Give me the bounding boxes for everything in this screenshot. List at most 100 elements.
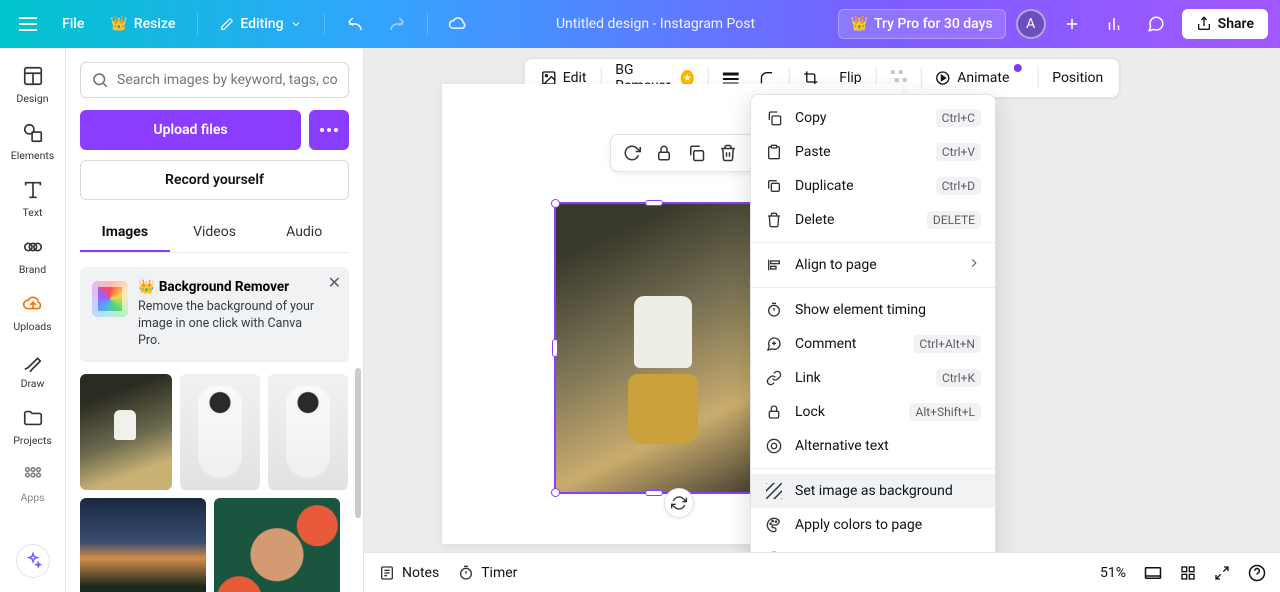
quick-lock-button[interactable] [649, 138, 679, 168]
cloud-sync-icon[interactable] [442, 8, 474, 40]
selected-image[interactable] [556, 204, 752, 492]
align-icon [765, 256, 783, 274]
upload-thumb[interactable] [214, 498, 340, 592]
try-pro-button[interactable]: 👑 Try Pro for 30 days [838, 9, 1006, 39]
promo-title: 👑Background Remover [138, 279, 321, 295]
zoom-level[interactable]: 51% [1100, 565, 1126, 581]
rail-design[interactable]: Design [0, 56, 66, 111]
menu-item-alt[interactable]: Alternative text [751, 429, 995, 463]
upload-thumb[interactable] [80, 498, 206, 592]
timer-button[interactable]: Timer [457, 564, 517, 582]
menu-shortcut: Alt+Shift+L [909, 403, 981, 421]
menu-item-link[interactable]: LinkCtrl+K [751, 361, 995, 395]
rail-label: Design [16, 92, 48, 105]
resize-handle[interactable] [645, 490, 663, 496]
share-button[interactable]: Share [1182, 9, 1268, 39]
rail-elements[interactable]: Elements [0, 113, 66, 168]
page-view-button[interactable] [1144, 566, 1162, 580]
avatar[interactable]: A [1016, 9, 1046, 39]
menu-label: Show element timing [795, 302, 981, 318]
folder-icon [21, 406, 45, 430]
document-title[interactable]: Untitled design - Instagram Post [474, 16, 838, 32]
apps-icon [21, 463, 45, 487]
panel-scrollbar[interactable] [355, 368, 361, 518]
search-field[interactable] [80, 62, 349, 98]
draw-icon [21, 349, 45, 373]
menu-shortcut: Ctrl+K [936, 369, 981, 387]
menu-item-lock[interactable]: Lock Alt+Shift+L [751, 395, 995, 429]
upload-thumb[interactable] [268, 374, 348, 490]
resize-handle[interactable] [551, 488, 560, 497]
menu-label: Duplicate [795, 178, 924, 194]
promo-close-button[interactable]: ✕ [328, 273, 341, 292]
lock-icon [765, 403, 783, 421]
editing-dropdown[interactable]: Editing [212, 10, 309, 38]
tab-videos[interactable]: Videos [170, 214, 260, 252]
menu-shortcut: Ctrl+D [936, 177, 981, 195]
search-input[interactable] [117, 72, 338, 88]
alt-icon [765, 437, 783, 455]
analytics-button[interactable] [1098, 8, 1130, 40]
undo-button[interactable] [339, 8, 371, 40]
menu-button[interactable] [12, 8, 44, 40]
menu-item-duplicate[interactable]: Duplicate Ctrl+D [751, 169, 995, 203]
resize-handle[interactable] [552, 339, 558, 357]
rail-apps[interactable]: Apps [0, 455, 66, 510]
menu-item-copy[interactable]: CopyCtrl+C [751, 101, 995, 135]
add-member-button[interactable] [1056, 8, 1088, 40]
menu-label: Copy [795, 110, 924, 126]
menu-item-timing[interactable]: Show element timing [751, 293, 995, 327]
chevron-down-icon [290, 18, 302, 30]
comment-icon [765, 335, 783, 353]
resize-handle[interactable] [645, 200, 663, 206]
upload-thumb[interactable] [180, 374, 260, 490]
menu-item-paste[interactable]: PasteCtrl+V [751, 135, 995, 169]
menu-label: Set image as background [795, 483, 981, 499]
quick-replace-button[interactable] [617, 138, 647, 168]
notes-button[interactable]: Notes [378, 564, 439, 582]
quick-delete-button[interactable] [713, 138, 743, 168]
record-yourself-button[interactable]: Record yourself [80, 160, 349, 200]
bg-remover-promo[interactable]: 👑Background Remover Remove the backgroun… [80, 267, 349, 362]
position-button[interactable]: Position [1046, 66, 1109, 90]
magic-button[interactable] [16, 544, 50, 578]
grid-view-button[interactable] [1180, 565, 1196, 581]
upload-more-button[interactable] [309, 110, 349, 150]
comment-button[interactable] [1140, 8, 1172, 40]
template-icon [21, 64, 45, 88]
file-menu[interactable]: File [54, 10, 92, 38]
uploads-icon [21, 292, 45, 316]
tab-images[interactable]: Images [80, 214, 170, 252]
menu-label: Lock [795, 404, 897, 420]
rail-projects[interactable]: Projects [0, 398, 66, 453]
upload-thumb[interactable] [80, 374, 172, 490]
redo-button[interactable] [381, 8, 413, 40]
menu-item-delete[interactable]: DeleteDELETE [751, 203, 995, 237]
brand-icon [21, 235, 45, 259]
rail-uploads[interactable]: Uploads [0, 284, 66, 339]
rail-draw[interactable]: Draw [0, 341, 66, 396]
menu-item-bg[interactable]: Set image as background [751, 474, 995, 508]
rail-text[interactable]: Text [0, 170, 66, 225]
paste-icon [765, 143, 783, 161]
quick-duplicate-button[interactable] [681, 138, 711, 168]
timer-label: Timer [481, 565, 517, 581]
menu-item-comment[interactable]: CommentCtrl+Alt+N [751, 327, 995, 361]
menu-item-palette[interactable]: Apply colors to page [751, 508, 995, 542]
menu-item-align[interactable]: Align to page [751, 248, 995, 282]
text-icon [21, 178, 45, 202]
tab-audio[interactable]: Audio [259, 214, 349, 252]
resize-button[interactable]: 👑 Resize [102, 10, 183, 38]
help-button[interactable] [1248, 564, 1266, 582]
refresh-bubble[interactable] [664, 488, 694, 518]
pencil-icon [220, 17, 234, 31]
upload-files-button[interactable]: Upload files [80, 110, 301, 150]
uploads-grid [80, 374, 349, 592]
animate-button[interactable]: Animate [929, 66, 1029, 90]
menu-label: Delete [795, 212, 915, 228]
fullscreen-button[interactable] [1214, 565, 1230, 581]
rail-brand[interactable]: Brand [0, 227, 66, 282]
uploads-panel: Upload files Record yourself Images Vide… [66, 48, 364, 592]
resize-handle[interactable] [551, 199, 560, 208]
menu-label: Comment [795, 336, 901, 352]
